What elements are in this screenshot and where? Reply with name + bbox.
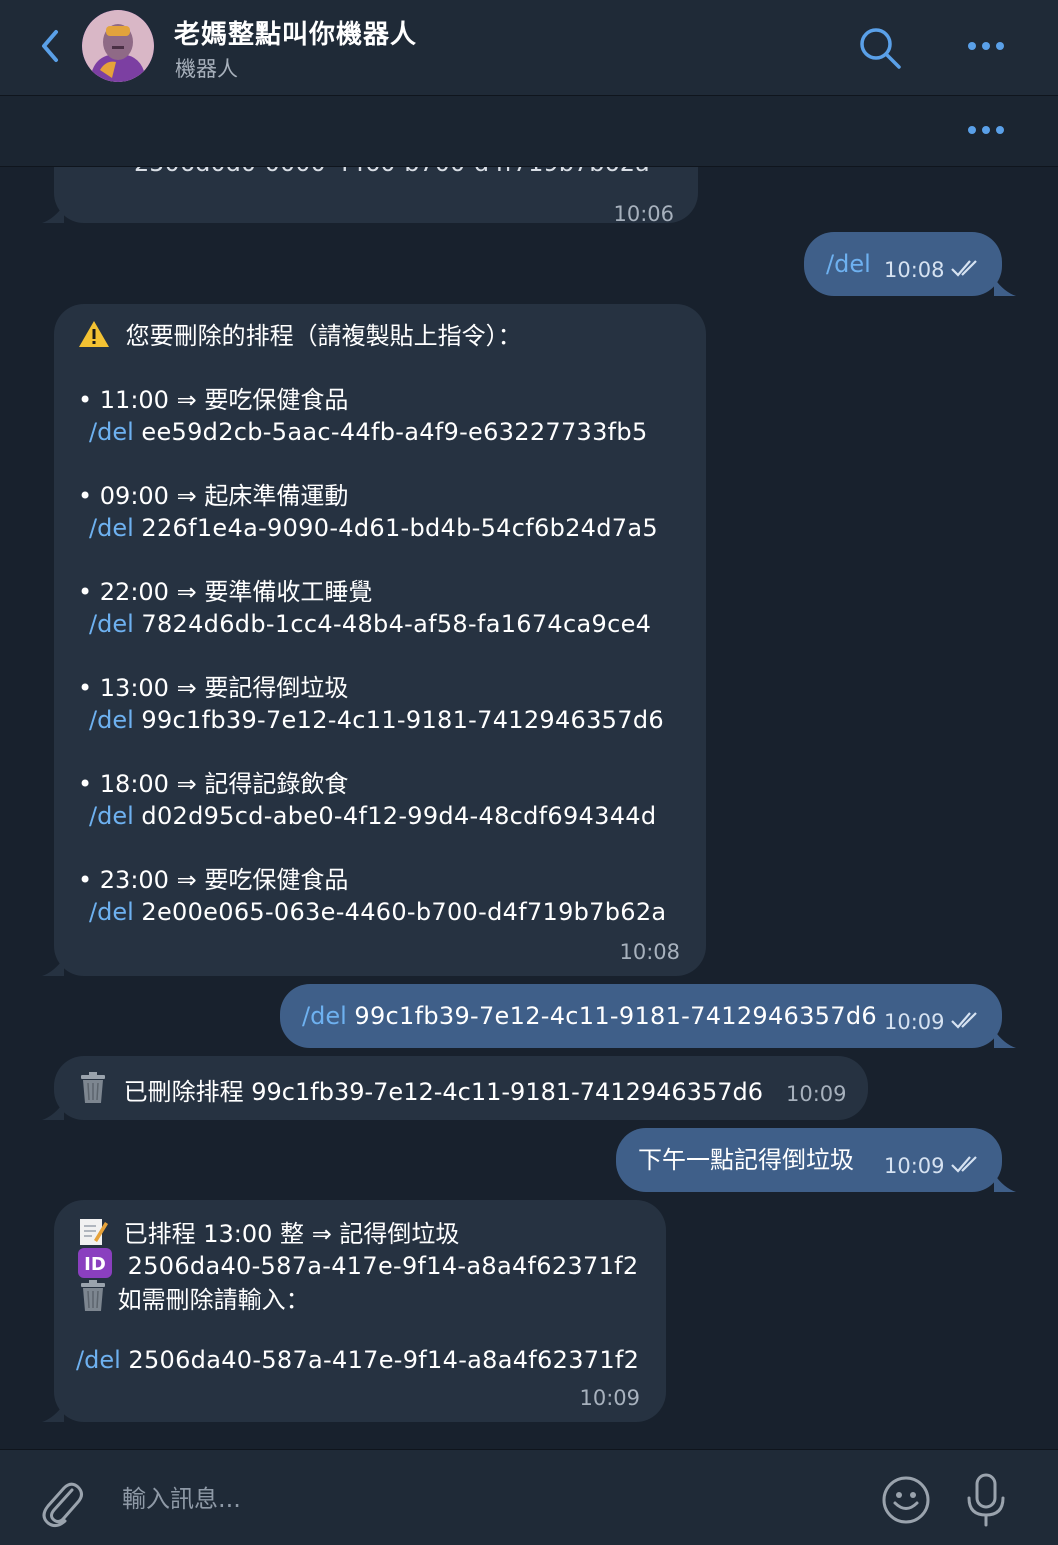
memo-icon	[80, 1219, 108, 1245]
schedule-time-task: • 18:00 ⇒ 記得記錄飲食	[78, 770, 349, 798]
bubble-tail	[994, 278, 1016, 296]
message-text: 已刪除排程 99c1fb39-7e12-4c11-9181-7412946357…	[123, 1078, 763, 1106]
microphone-icon	[967, 1473, 1005, 1527]
command-link[interactable]: /del	[89, 898, 134, 926]
command-link[interactable]: /del	[89, 514, 134, 542]
bubble-tail	[42, 1404, 64, 1422]
search-button[interactable]	[856, 24, 904, 72]
bubble-tail	[42, 1102, 64, 1120]
schedule-time-task: • 23:00 ⇒ 要吃保健食品	[78, 866, 349, 894]
composer-bar	[0, 1449, 1058, 1545]
bubble-tail	[994, 1174, 1016, 1192]
paperclip-icon	[42, 1482, 83, 1528]
command-link[interactable]: /del	[89, 610, 134, 638]
emoji-icon	[882, 1476, 930, 1524]
schedule-id: 2e00e065-063e-4460-b700-d4f719b7b62a	[141, 898, 667, 926]
chat-title[interactable]: 老媽整點叫你機器人	[174, 14, 417, 51]
bubble-tail	[42, 958, 64, 976]
message-heading: 您要刪除的排程（請複製貼上指令）：	[78, 320, 522, 352]
schedule-time-task: • 22:00 ⇒ 要準備收工睡覺	[78, 578, 373, 606]
schedule-time-task: • 09:00 ⇒ 起床準備運動	[78, 482, 349, 510]
double-check-icon	[951, 260, 977, 277]
message-time: 10:09	[884, 1010, 945, 1034]
message-time: 10:09	[786, 1082, 847, 1106]
list-item: • 18:00 ⇒ 記得記錄飲食 /del d02d95cd-abe0-4f12…	[78, 768, 666, 864]
trash-can-icon	[81, 1280, 105, 1311]
list-item: • 23:00 ⇒ 要吃保健食品 /del 2e00e065-063e-4460…	[78, 864, 666, 960]
message-bubble-incoming[interactable]: 2506d0d0-0000-4460-b700-d4f719b7b62a 10:…	[54, 167, 698, 226]
schedule-id: 2506da40-587a-417e-9f14-a8a4f62371f2	[128, 1346, 640, 1374]
message-time: 10:06	[613, 202, 674, 226]
pinned-bar	[0, 96, 1058, 167]
back-button[interactable]	[32, 24, 72, 68]
schedule-id: ee59d2cb-5aac-44fb-a4f9-e63227733fb5	[141, 418, 648, 446]
message-bubble-outgoing[interactable]: 下午一點記得倒垃圾 10:09	[616, 1128, 1002, 1192]
schedule-id: 7824d6db-1cc4-48b4-af58-fa1674ca9ce4	[141, 610, 652, 638]
avatar[interactable]	[82, 10, 154, 82]
id-badge-icon: ID	[78, 1248, 112, 1278]
schedule-time-task: • 11:00 ⇒ 要吃保健食品	[78, 386, 349, 414]
svg-text:ID: ID	[84, 1254, 106, 1275]
message-time: 10:08	[619, 940, 680, 964]
message-bubble-outgoing[interactable]: /del 10:08	[804, 232, 1002, 296]
schedule-list: • 11:00 ⇒ 要吃保健食品 /del ee59d2cb-5aac-44fb…	[78, 384, 666, 960]
schedule-time-task: • 13:00 ⇒ 要記得倒垃圾	[78, 674, 349, 702]
command-link[interactable]: /del	[89, 418, 134, 446]
pinned-more-button[interactable]	[962, 116, 1010, 144]
bubble-tail	[994, 1030, 1016, 1048]
list-item: • 13:00 ⇒ 要記得倒垃圾 /del 99c1fb39-7e12-4c11…	[78, 672, 666, 768]
schedule-id: 2506da40-587a-417e-9f14-a8a4f62371f2	[127, 1252, 639, 1280]
bubble-tail	[42, 205, 64, 223]
schedule-id: d02d95cd-abe0-4f12-99d4-48cdf694344d	[141, 802, 657, 830]
message-time: 10:08	[884, 258, 945, 282]
list-item: • 22:00 ⇒ 要準備收工睡覺 /del 7824d6db-1cc4-48b…	[78, 576, 666, 672]
list-item: • 09:00 ⇒ 起床準備運動 /del 226f1e4a-9090-4d61…	[78, 480, 666, 576]
avatar-image	[82, 10, 154, 82]
heading-text: 您要刪除的排程（請複製貼上指令）：	[125, 322, 522, 350]
attach-button[interactable]	[38, 1476, 84, 1528]
message-line: 如需刪除請輸入：	[117, 1286, 310, 1314]
message-time: 10:09	[579, 1386, 640, 1410]
message-input[interactable]	[120, 1474, 844, 1524]
message-bubble-incoming[interactable]: 已排程 13:00 整 ⇒ 記得倒垃圾 ID 2506da40-587a-417…	[54, 1200, 666, 1422]
more-horizontal-icon	[968, 126, 1004, 134]
message-time: 10:09	[884, 1154, 945, 1178]
message-partial-text: 2506d0d0-0000-4460-b700-d4f719b7b62a	[134, 167, 650, 179]
more-options-button[interactable]	[962, 32, 1010, 60]
warning-icon	[79, 321, 109, 347]
schedule-id: 226f1e4a-9090-4d61-bd4b-54cf6b24d7a5	[141, 514, 658, 542]
command-link[interactable]: /del	[302, 1002, 347, 1030]
message-list[interactable]: 2506d0d0-0000-4460-b700-d4f719b7b62a 10:…	[0, 167, 1058, 1449]
command-link[interactable]: /del	[89, 802, 134, 830]
trash-can-icon	[81, 1072, 105, 1103]
schedule-id: 99c1fb39-7e12-4c11-9181-7412946357d6	[141, 706, 664, 734]
double-check-icon	[951, 1012, 977, 1029]
command-link[interactable]: /del	[76, 1346, 121, 1374]
message-line: 已排程 13:00 整 ⇒ 記得倒垃圾	[123, 1220, 460, 1248]
message-bubble-outgoing[interactable]: /del 99c1fb39-7e12-4c11-9181-7412946357d…	[280, 984, 1002, 1048]
voice-record-button[interactable]	[964, 1472, 1008, 1528]
command-link[interactable]: /del	[826, 248, 871, 280]
message-bubble-incoming[interactable]: 已刪除排程 99c1fb39-7e12-4c11-9181-7412946357…	[54, 1056, 868, 1120]
schedule-id: 99c1fb39-7e12-4c11-9181-7412946357d6	[354, 1002, 877, 1030]
emoji-button[interactable]	[880, 1474, 932, 1526]
chat-header: 老媽整點叫你機器人 機器人	[0, 0, 1058, 96]
more-horizontal-icon	[968, 42, 1004, 50]
chat-subtitle: 機器人	[175, 57, 238, 81]
message-text: 下午一點記得倒垃圾	[638, 1146, 854, 1174]
message-bubble-incoming[interactable]: 您要刪除的排程（請複製貼上指令）： • 11:00 ⇒ 要吃保健食品 /del …	[54, 304, 706, 976]
double-check-icon	[951, 1156, 977, 1173]
search-icon	[860, 28, 901, 69]
command-link[interactable]: /del	[89, 706, 134, 734]
chevron-left-icon	[42, 30, 58, 62]
list-item: • 11:00 ⇒ 要吃保健食品 /del ee59d2cb-5aac-44fb…	[78, 384, 666, 480]
